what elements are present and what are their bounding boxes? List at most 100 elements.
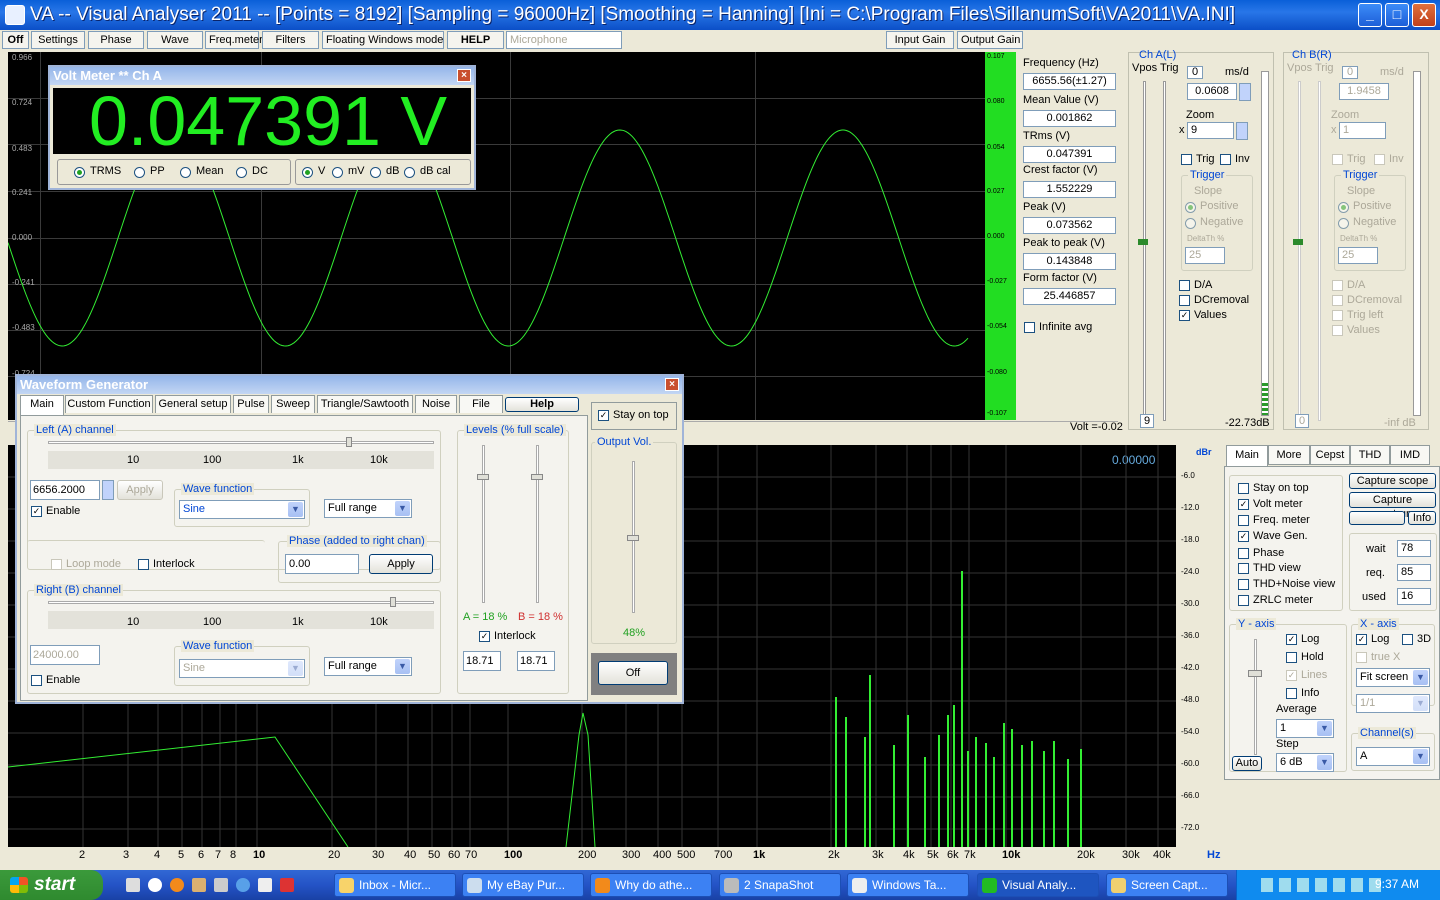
tab-file[interactable]: File: [459, 395, 503, 413]
cha-ms-input[interactable]: 0.0608: [1187, 83, 1237, 100]
close-button[interactable]: X: [1412, 3, 1436, 27]
info-button[interactable]: Info: [1408, 511, 1436, 525]
average-select[interactable]: 1 ▼: [1276, 719, 1334, 738]
chb-zoom-input[interactable]: 1: [1339, 122, 1386, 139]
chb-positive-radio[interactable]: [1338, 202, 1349, 213]
channel-select[interactable]: A ▼: [1356, 747, 1430, 766]
phase-button[interactable]: Phase: [88, 31, 144, 49]
mv-radio[interactable]: [332, 167, 343, 178]
tab-more[interactable]: More: [1268, 445, 1310, 465]
wavegen-close-button[interactable]: ×: [665, 378, 679, 391]
help-button[interactable]: HELP: [447, 31, 504, 49]
cha-positive-radio[interactable]: [1185, 202, 1196, 213]
yinfo-checkbox[interactable]: [1286, 688, 1297, 699]
left-freq-slider[interactable]: [48, 441, 434, 444]
left-apply-button[interactable]: Apply: [117, 480, 163, 500]
hold-checkbox[interactable]: [1286, 652, 1297, 663]
interlock-checkbox[interactable]: [138, 559, 149, 570]
task-visual-analyser[interactable]: Visual Analy...: [977, 873, 1099, 897]
minimize-button[interactable]: _: [1358, 3, 1382, 27]
ql-app-icon[interactable]: [192, 878, 206, 892]
thd-view-checkbox[interactable]: [1238, 563, 1249, 574]
chb-vpos-thumb[interactable]: [1293, 239, 1303, 245]
maximize-button[interactable]: □: [1385, 3, 1409, 27]
phase-checkbox[interactable]: [1238, 548, 1249, 559]
voltmeter-window[interactable]: Volt Meter ** Ch A × 0.047391 V TRMS PP …: [48, 65, 476, 190]
chb-trig-slider[interactable]: [1318, 81, 1321, 421]
yaxis-slider[interactable]: [1254, 639, 1257, 755]
db-radio[interactable]: [370, 167, 381, 178]
ql-outlook-icon[interactable]: [148, 878, 162, 892]
cha-inv-checkbox[interactable]: [1220, 154, 1231, 165]
stay-on-top-checkbox[interactable]: [1238, 483, 1249, 494]
ql-app-icon[interactable]: [258, 878, 272, 892]
right-enable-checkbox[interactable]: [31, 675, 42, 686]
mean-radio[interactable]: [180, 167, 191, 178]
off-button[interactable]: Off: [2, 31, 29, 49]
cha-negative-radio[interactable]: [1185, 218, 1196, 229]
left-freq-input[interactable]: 6656.2000: [30, 480, 100, 500]
capture-spectrum-button[interactable]: Capture spectrum: [1349, 492, 1436, 520]
blank-button[interactable]: [1349, 511, 1405, 525]
infinite-avg-checkbox[interactable]: [1024, 322, 1035, 333]
tab-triangle-sawtooth[interactable]: Triangle/Sawtooth: [317, 395, 413, 413]
levels-interlock-checkbox[interactable]: ✓: [479, 631, 490, 642]
filters-button[interactable]: Filters: [262, 31, 319, 49]
right-freq-slider[interactable]: [48, 601, 434, 604]
wave-gen-checkbox[interactable]: ✓: [1238, 531, 1249, 542]
window-titlebar[interactable]: VA -- Visual Analyser 2011 -- [Points = …: [0, 0, 1440, 30]
cha-trig-checkbox[interactable]: [1181, 154, 1192, 165]
x3d-checkbox[interactable]: [1402, 634, 1413, 645]
ql-desktop-icon[interactable]: [126, 878, 140, 892]
cha-zero-box[interactable]: 0: [1187, 66, 1203, 79]
right-freq-thumb[interactable]: [390, 597, 396, 607]
tray-icons[interactable]: [1261, 878, 1381, 892]
tab-cepst[interactable]: Cepst: [1310, 445, 1350, 465]
capture-scope-button[interactable]: Capture scope: [1349, 473, 1436, 489]
level-b-slider[interactable]: [536, 445, 539, 603]
task-windows[interactable]: Windows Ta...: [847, 873, 969, 897]
dbcal-radio[interactable]: [404, 167, 415, 178]
xlog-checkbox[interactable]: ✓: [1356, 634, 1367, 645]
settings-button[interactable]: Settings: [31, 31, 85, 49]
tab-thd[interactable]: THD: [1350, 445, 1390, 465]
cha-zoom-spinner[interactable]: [1236, 122, 1248, 140]
right-wave-select[interactable]: Sine ▼: [179, 659, 305, 678]
chb-negative-radio[interactable]: [1338, 218, 1349, 229]
left-wave-select[interactable]: Sine ▼: [179, 500, 305, 519]
left-freq-spinner[interactable]: [102, 480, 114, 500]
tab-custom-function[interactable]: Custom Function: [65, 395, 153, 413]
cha-deltath-input[interactable]: 25: [1185, 247, 1225, 264]
cha-ms-spinner[interactable]: [1239, 83, 1251, 101]
ql-firefox-icon[interactable]: [170, 878, 184, 892]
level-b-thumb[interactable]: [531, 474, 543, 480]
cha-da-checkbox[interactable]: [1179, 280, 1190, 291]
left-freq-thumb[interactable]: [346, 437, 352, 447]
output-gain-button[interactable]: Output Gain: [957, 31, 1023, 49]
ylog-checkbox[interactable]: ✓: [1286, 634, 1297, 645]
chb-trig-checkbox[interactable]: [1332, 154, 1343, 165]
voltmeter-titlebar[interactable]: Volt Meter ** Ch A ×: [50, 67, 474, 85]
chb-dcremoval-checkbox[interactable]: [1332, 295, 1343, 306]
task-inbox[interactable]: Inbox - Micr...: [334, 873, 456, 897]
task-screen-capture[interactable]: Screen Capt...: [1106, 873, 1228, 897]
chb-ms-input[interactable]: 1.9458: [1339, 83, 1389, 100]
fit-screen-select[interactable]: Fit screen ▼: [1356, 668, 1430, 687]
ql-app-icon[interactable]: [214, 878, 228, 892]
tab-noise[interactable]: Noise: [415, 395, 457, 413]
loop-mode-checkbox[interactable]: [51, 559, 62, 570]
tab-pulse[interactable]: Pulse: [233, 395, 269, 413]
auto-button[interactable]: Auto: [1232, 756, 1262, 771]
zrlc-meter-checkbox[interactable]: [1238, 595, 1249, 606]
chb-vpos-slider[interactable]: [1298, 81, 1301, 421]
input-gain-button[interactable]: Input Gain: [886, 31, 954, 49]
floating-windows-button[interactable]: Floating Windows mode: [322, 31, 444, 49]
ratio-select[interactable]: 1/1 ▼: [1356, 694, 1430, 713]
cha-values-checkbox[interactable]: ✓: [1179, 310, 1190, 321]
ql-ie-icon[interactable]: [236, 878, 250, 892]
left-range-select[interactable]: Full range ▼: [324, 499, 412, 518]
wavegen-stay-on-top-checkbox[interactable]: ✓: [598, 410, 609, 421]
wavegen-titlebar[interactable]: Waveform Generator ×: [17, 376, 682, 394]
ql-app-icon[interactable]: [280, 878, 294, 892]
yaxis-thumb[interactable]: [1248, 670, 1262, 677]
